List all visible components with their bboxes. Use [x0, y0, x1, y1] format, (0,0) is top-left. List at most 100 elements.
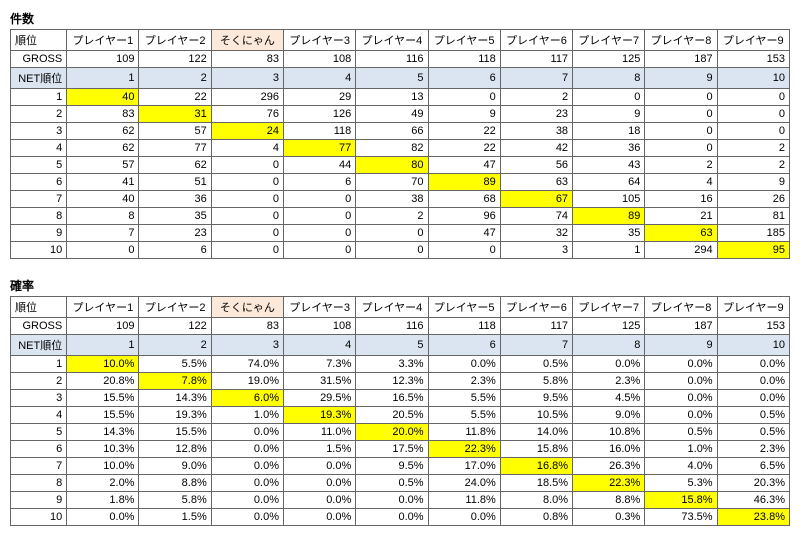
netrank-cell: 3 [211, 68, 283, 89]
data-cell: 63 [645, 225, 717, 242]
data-cell: 62 [67, 123, 139, 140]
gross-cell: 153 [717, 51, 789, 68]
data-cell: 96 [428, 208, 500, 225]
data-cell: 0.5% [645, 424, 717, 441]
data-cell: 23.8% [717, 509, 789, 526]
rank-cell: 9 [11, 225, 67, 242]
data-cell: 14.3% [67, 424, 139, 441]
data-cell: 11.8% [428, 424, 500, 441]
netrank-cell: 1 [67, 335, 139, 356]
rank-cell: 10 [11, 242, 67, 259]
data-cell: 89 [428, 174, 500, 191]
data-cell: 0 [717, 106, 789, 123]
data-cell: 105 [573, 191, 645, 208]
data-cell: 11.0% [284, 424, 356, 441]
data-cell: 0.0% [211, 424, 283, 441]
data-cell: 3 [500, 242, 572, 259]
rank-cell: 2 [11, 106, 67, 123]
data-cell: 0.0% [211, 441, 283, 458]
data-cell: 0 [211, 191, 283, 208]
data-cell: 40 [67, 89, 139, 106]
data-cell: 0.0% [645, 390, 717, 407]
player-header: プレイヤー3 [284, 297, 356, 318]
data-cell: 9 [573, 106, 645, 123]
data-cell: 67 [500, 191, 572, 208]
data-cell: 10.5% [500, 407, 572, 424]
gross-cell: 125 [573, 51, 645, 68]
data-cell: 31.5% [284, 373, 356, 390]
gross-cell: 187 [645, 51, 717, 68]
data-cell: 0.0% [356, 492, 428, 509]
data-cell: 18 [573, 123, 645, 140]
data-cell: 0.0% [284, 458, 356, 475]
data-cell: 6 [139, 242, 211, 259]
data-cell: 0.0% [284, 492, 356, 509]
data-cell: 13 [356, 89, 428, 106]
data-cell: 63 [500, 174, 572, 191]
data-cell: 38 [500, 123, 572, 140]
rank-cell: 4 [11, 407, 67, 424]
player-header: プレイヤー9 [717, 30, 789, 51]
data-cell: 21 [645, 208, 717, 225]
player-header: そくにゃん [211, 30, 283, 51]
data-cell: 0.0% [645, 373, 717, 390]
rank-cell: 1 [11, 356, 67, 373]
netrank-cell: 10 [717, 68, 789, 89]
data-cell: 0.5% [356, 475, 428, 492]
data-cell: 74 [500, 208, 572, 225]
data-cell: 23 [139, 225, 211, 242]
data-cell: 20.0% [356, 424, 428, 441]
data-cell: 9.5% [356, 458, 428, 475]
rank-cell: 6 [11, 174, 67, 191]
player-header: プレイヤー8 [645, 30, 717, 51]
data-cell: 0 [356, 225, 428, 242]
data-cell: 5.5% [139, 356, 211, 373]
data-cell: 8.8% [139, 475, 211, 492]
player-header: プレイヤー5 [428, 297, 500, 318]
netrank-cell: 4 [284, 335, 356, 356]
data-cell: 0 [645, 140, 717, 157]
netrank-cell: 9 [645, 335, 717, 356]
data-cell: 2 [717, 140, 789, 157]
data-cell: 0.0% [717, 356, 789, 373]
data-cell: 20.5% [356, 407, 428, 424]
gross-cell: 118 [428, 318, 500, 335]
rank-cell: 7 [11, 458, 67, 475]
netrank-label: NET順位 [11, 335, 67, 356]
data-cell: 0 [211, 242, 283, 259]
data-cell: 40 [67, 191, 139, 208]
gross-cell: 109 [67, 318, 139, 335]
data-cell: 294 [645, 242, 717, 259]
gross-cell: 116 [356, 318, 428, 335]
data-cell: 19.3% [139, 407, 211, 424]
data-cell: 10.0% [67, 356, 139, 373]
data-cell: 2.0% [67, 475, 139, 492]
netrank-cell: 3 [211, 335, 283, 356]
data-cell: 0 [717, 123, 789, 140]
data-cell: 0 [645, 106, 717, 123]
data-cell: 0.0% [356, 509, 428, 526]
data-cell: 17.0% [428, 458, 500, 475]
data-cell: 2 [356, 208, 428, 225]
rank-cell: 9 [11, 492, 67, 509]
data-cell: 7 [67, 225, 139, 242]
data-cell: 1 [573, 242, 645, 259]
gross-cell: 118 [428, 51, 500, 68]
data-cell: 0.0% [645, 407, 717, 424]
netrank-cell: 1 [67, 68, 139, 89]
data-cell: 5.8% [500, 373, 572, 390]
rate-table: 順位プレイヤー1プレイヤー2そくにゃんプレイヤー3プレイヤー4プレイヤー5プレイ… [10, 296, 790, 526]
data-cell: 32 [500, 225, 572, 242]
data-cell: 8.0% [500, 492, 572, 509]
data-cell: 77 [139, 140, 211, 157]
data-cell: 38 [356, 191, 428, 208]
data-cell: 20.3% [717, 475, 789, 492]
data-cell: 0 [428, 242, 500, 259]
data-cell: 57 [139, 123, 211, 140]
data-cell: 0.5% [717, 424, 789, 441]
data-cell: 22 [428, 140, 500, 157]
data-cell: 82 [356, 140, 428, 157]
data-cell: 2 [645, 157, 717, 174]
data-cell: 0.0% [645, 356, 717, 373]
rank-cell: 1 [11, 89, 67, 106]
